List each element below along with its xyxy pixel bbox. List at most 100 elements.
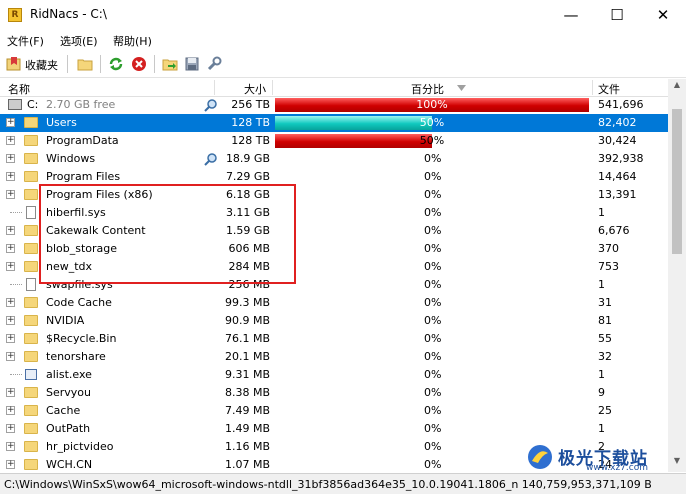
scroll-thumb[interactable] <box>672 109 682 254</box>
expand-toggle[interactable]: + <box>6 226 15 235</box>
menu-options[interactable]: 选项(E) <box>60 33 98 49</box>
table-row[interactable]: + Code Cache 99.3 MB 0% 31 <box>0 294 668 312</box>
column-percent[interactable]: 百分比 <box>411 81 444 97</box>
row-name: WCH.CN <box>46 458 93 471</box>
row-percent: 0% <box>424 278 442 291</box>
expand-toggle[interactable]: + <box>6 442 15 451</box>
row-files: 753 <box>598 260 619 273</box>
favorites-icon[interactable] <box>6 56 22 72</box>
expand-toggle[interactable]: + <box>6 154 15 163</box>
row-percent: 50% <box>419 134 445 147</box>
row-name: Users <box>46 116 77 129</box>
table-row[interactable]: alist.exe 9.31 MB 0% 1 <box>0 366 668 384</box>
close-button[interactable]: ✕ <box>640 0 686 30</box>
row-files: 30,424 <box>598 134 637 147</box>
row-percent: 0% <box>424 458 442 471</box>
table-row[interactable]: + OutPath 1.49 MB 0% 1 <box>0 420 668 438</box>
row-percent: 0% <box>424 296 442 309</box>
row-name: Cache <box>46 404 81 417</box>
expand-toggle[interactable]: + <box>6 190 15 199</box>
expand-toggle[interactable]: + <box>6 352 15 361</box>
expand-toggle[interactable]: + <box>6 136 15 145</box>
table-row[interactable]: + Cache 7.49 MB 0% 25 <box>0 402 668 420</box>
row-name: hr_pictvideo <box>46 440 114 453</box>
settings-icon[interactable] <box>206 56 222 72</box>
table-row[interactable]: + ProgramData 128 TB 50% 30,424 <box>0 132 668 150</box>
menu-file[interactable]: 文件(F) <box>7 33 44 49</box>
row-size: 20.1 MB <box>224 350 270 363</box>
stop-icon[interactable] <box>131 56 147 72</box>
expand-toggle[interactable]: + <box>6 334 15 343</box>
row-name: $Recycle.Bin <box>46 332 117 345</box>
expand-toggle[interactable]: + <box>6 244 15 253</box>
expand-toggle[interactable]: + <box>6 172 15 181</box>
vertical-scrollbar[interactable]: ▲ ▼ <box>668 79 686 472</box>
folder-icon <box>24 243 38 254</box>
folder-icon <box>24 261 38 272</box>
row-size: 90.9 MB <box>224 314 270 327</box>
row-files: 81 <box>598 314 612 327</box>
watermark: 极光下载站 www.xz7.com <box>526 443 686 473</box>
row-files: 13,391 <box>598 188 637 201</box>
tree-connector <box>10 212 22 213</box>
row-files: 82,402 <box>598 116 637 129</box>
open-folder-icon[interactable] <box>77 56 93 72</box>
row-percent: 0% <box>424 404 442 417</box>
row-files: 1 <box>598 206 605 219</box>
table-row[interactable]: + Servyou 8.38 MB 0% 9 <box>0 384 668 402</box>
expand-toggle[interactable]: + <box>6 424 15 433</box>
table-row[interactable]: + Windows 18.9 GB 0% 392,938 <box>0 150 668 168</box>
maximize-button[interactable]: ☐ <box>594 0 640 30</box>
expand-toggle[interactable]: + <box>6 460 15 469</box>
column-name[interactable]: 名称 <box>8 81 30 97</box>
scroll-up-arrow[interactable]: ▲ <box>668 80 686 96</box>
column-divider[interactable] <box>592 80 593 95</box>
tree-list: C: 2.70 GB free 256 TB 100% 541,696 + Use… <box>0 96 668 472</box>
expand-toggle[interactable]: + <box>6 406 15 415</box>
export-icon[interactable] <box>162 56 178 72</box>
table-row[interactable]: + Users 128 TB 50% 82,402 <box>0 114 668 132</box>
drive-percent: 100% <box>416 98 448 111</box>
toolbar-separator <box>100 55 101 73</box>
expand-toggle[interactable]: + <box>6 262 15 271</box>
folder-icon <box>24 297 38 308</box>
expand-toggle[interactable]: + <box>6 316 15 325</box>
row-percent: 0% <box>424 440 442 453</box>
row-files: 1 <box>598 368 605 381</box>
folder-icon <box>24 333 38 344</box>
favorites-button[interactable]: 收藏夹 <box>25 57 58 73</box>
row-files: 1 <box>598 278 605 291</box>
minimize-button[interactable]: — <box>548 0 594 30</box>
column-files[interactable]: 文件 <box>598 81 620 97</box>
row-percent: 50% <box>419 116 445 129</box>
table-row[interactable]: + NVIDIA 90.9 MB 0% 81 <box>0 312 668 330</box>
menu-help[interactable]: 帮助(H) <box>113 33 152 49</box>
row-name: alist.exe <box>46 368 92 381</box>
folder-icon <box>24 405 38 416</box>
expand-toggle[interactable]: + <box>6 388 15 397</box>
status-text: C:\Windows\WinSxS\wow64_microsoft-window… <box>4 478 652 491</box>
save-icon[interactable] <box>184 56 200 72</box>
drive-free-space: 2.70 GB free <box>46 98 116 111</box>
row-size: 128 TB <box>231 116 270 129</box>
row-size: 128 TB <box>231 134 270 147</box>
table-row[interactable]: + $Recycle.Bin 76.1 MB 0% 55 <box>0 330 668 348</box>
row-percent: 0% <box>424 422 442 435</box>
column-divider[interactable] <box>272 80 273 95</box>
folder-icon <box>24 315 38 326</box>
table-row[interactable]: + tenorshare 20.1 MB 0% 32 <box>0 348 668 366</box>
exe-file-icon <box>25 369 37 380</box>
column-size[interactable]: 大小 <box>244 81 266 97</box>
row-name: NVIDIA <box>46 314 85 327</box>
app-icon: R <box>8 8 22 22</box>
drive-size: 256 TB <box>231 98 270 111</box>
row-files: 25 <box>598 404 612 417</box>
column-divider[interactable] <box>214 80 215 95</box>
refresh-icon[interactable] <box>108 56 124 72</box>
drive-row[interactable]: C: 2.70 GB free 256 TB 100% 541,696 <box>0 96 668 114</box>
expand-toggle[interactable]: + <box>6 298 15 307</box>
row-name: Program Files <box>46 170 121 183</box>
row-size: 76.1 MB <box>224 332 270 345</box>
folder-icon <box>24 387 38 398</box>
expand-toggle[interactable]: + <box>6 118 15 127</box>
